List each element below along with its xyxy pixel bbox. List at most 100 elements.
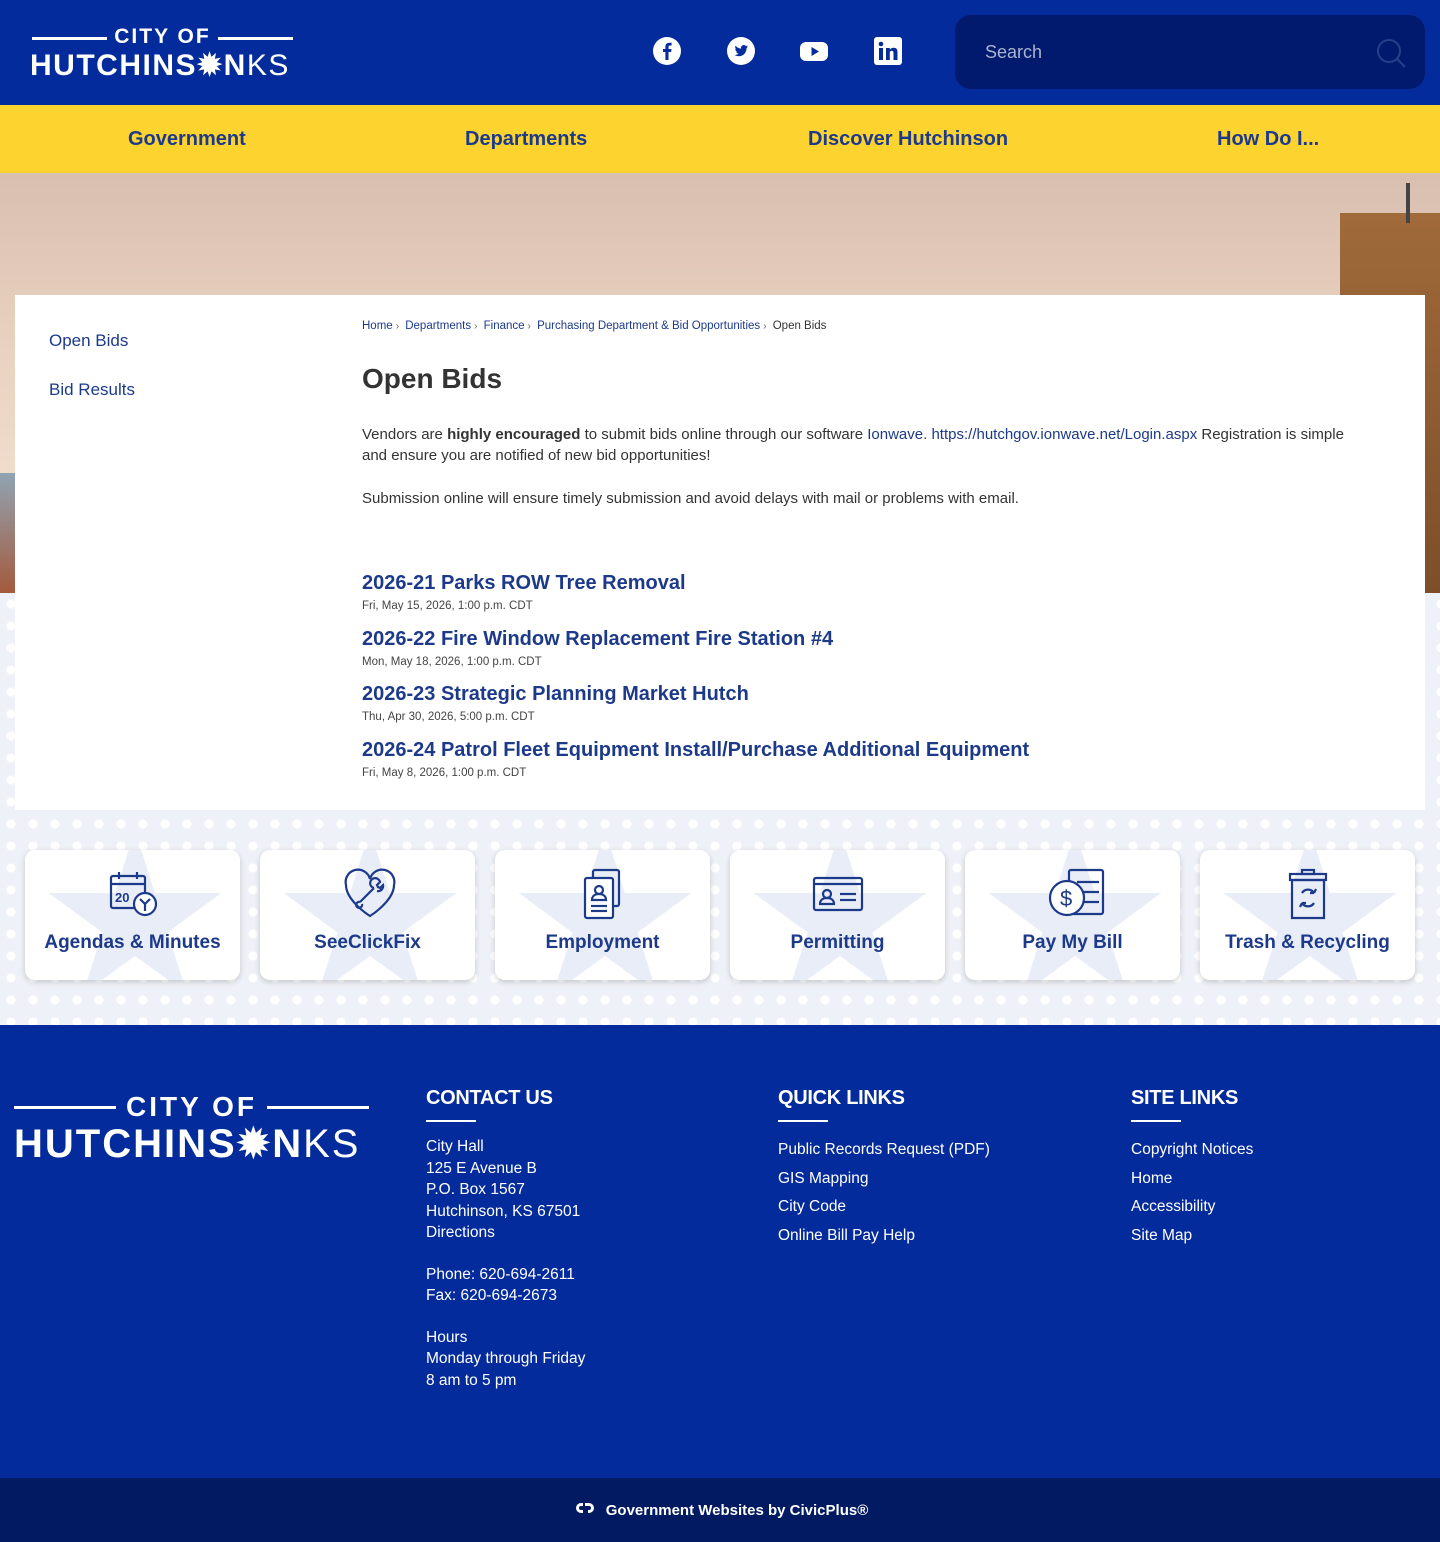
breadcrumb-departments[interactable]: Departments <box>405 320 471 332</box>
address-line: P.O. Box 1567 <box>426 1181 525 1198</box>
quick-links-heading: QUICK LINKS <box>778 1087 905 1109</box>
footer-link-accessibility[interactable]: Accessibility <box>1131 1193 1253 1222</box>
intro-paragraph: Vendors are highly encouraged to submit … <box>362 424 1372 466</box>
footer-link-bill-pay-help[interactable]: Online Bill Pay Help <box>778 1222 990 1251</box>
footer-contact: CONTACT US City Hall 125 E Avenue B P.O.… <box>426 1087 585 1391</box>
hero-cityscape <box>0 473 16 593</box>
breadcrumb-separator: › <box>395 321 400 332</box>
twitter-icon[interactable] <box>726 36 756 66</box>
logo-hutchinson: HUTCHINS✹NKS <box>30 48 290 83</box>
logo-word: HUTCHINS <box>14 1122 237 1166</box>
tile-employment[interactable]: Employment <box>495 850 710 980</box>
logo-ks: KS <box>246 49 290 82</box>
footer-logo[interactable]: CITY OF HUTCHINS✹NKS <box>14 1091 369 1166</box>
breadcrumb-home[interactable]: Home <box>362 320 393 332</box>
hours-days: Monday through Friday <box>426 1350 586 1367</box>
logo-line-right <box>267 1106 369 1109</box>
heading-underline <box>778 1120 828 1122</box>
footer-link-public-records[interactable]: Public Records Request (PDF) <box>778 1136 990 1165</box>
bid-date: Thu, Apr 30, 2026, 5:00 p.m. CDT <box>362 711 535 723</box>
breadcrumb-separator: › <box>527 321 531 332</box>
intro-bold: highly encouraged <box>447 426 581 443</box>
footer-link-home[interactable]: Home <box>1131 1165 1253 1194</box>
main-nav: Government Departments Discover Hutchins… <box>0 105 1440 173</box>
breadcrumb-separator: › <box>763 321 767 332</box>
tile-trash-recycling[interactable]: Trash & Recycling <box>1200 850 1415 980</box>
nav-item-government[interactable]: Government <box>128 105 246 173</box>
breadcrumb-purchasing[interactable]: Purchasing Department & Bid Opportunitie… <box>537 320 760 332</box>
footer-quick-links: QUICK LINKS Public Records Request (PDF)… <box>778 1087 990 1250</box>
calendar-icon: 20 <box>107 868 159 920</box>
recycle-bin-icon <box>1282 868 1334 920</box>
page-title: Open Bids <box>362 363 503 394</box>
tile-label: SeeClickFix <box>314 932 421 953</box>
sidebar-item-bid-results[interactable]: Bid Results <box>49 380 135 400</box>
fax-number: Fax: 620-694-2673 <box>426 1287 557 1304</box>
footer-link-site-map[interactable]: Site Map <box>1131 1222 1253 1251</box>
footer-link-copyright[interactable]: Copyright Notices <box>1131 1136 1253 1165</box>
hero-antenna <box>1406 183 1410 223</box>
bid-link[interactable]: 2026-21 Parks ROW Tree Removal <box>362 572 686 595</box>
bid-date: Fri, May 8, 2026, 1:00 p.m. CDT <box>362 767 527 779</box>
logo-word: HUTCHINS <box>30 49 197 82</box>
logo-star-icon: ✹ <box>236 1122 273 1166</box>
tile-pay-my-bill[interactable]: $ Pay My Bill <box>965 850 1180 980</box>
hours-times: 8 am to 5 pm <box>426 1371 517 1389</box>
bid-link[interactable]: 2026-23 Strategic Planning Market Hutch <box>362 683 749 706</box>
youtube-icon[interactable] <box>799 36 829 66</box>
nav-item-departments[interactable]: Departments <box>465 105 587 173</box>
bid-link[interactable]: 2026-22 Fire Window Replacement Fire Sta… <box>362 628 833 651</box>
site-links-heading: SITE LINKS <box>1131 1087 1239 1109</box>
heart-wrench-icon <box>342 868 395 920</box>
search-input[interactable] <box>985 37 1365 67</box>
contact-heading: CONTACT US <box>426 1087 553 1109</box>
linkedin-icon[interactable] <box>873 36 903 66</box>
bid-date: Fri, May 15, 2026, 1:00 p.m. CDT <box>362 600 533 612</box>
id-card-icon <box>812 868 864 920</box>
address-line: 125 E Avenue B <box>426 1159 537 1177</box>
footer-site-links: SITE LINKS Copyright Notices Home Access… <box>1131 1087 1253 1250</box>
intro-text: to submit bids online through our softwa… <box>580 426 868 443</box>
sidebar-item-open-bids[interactable]: Open Bids <box>49 331 128 351</box>
nav-item-how-do-i[interactable]: How Do I... <box>1217 105 1319 173</box>
tile-label: Trash & Recycling <box>1225 932 1390 953</box>
nav-item-discover[interactable]: Discover Hutchinson <box>808 105 1008 173</box>
directions-link[interactable]: Directions <box>426 1222 585 1244</box>
site-footer: CITY OF HUTCHINS✹NKS CONTACT US City Hal… <box>0 1025 1440 1478</box>
main-content: Open Bids Bid Results Home › Departments ›… <box>15 295 1425 810</box>
city-logo[interactable]: CITY OF HUTCHINS✹NKS <box>30 25 295 83</box>
logo-ks: KS <box>303 1122 361 1166</box>
footer-link-gis-mapping[interactable]: GIS Mapping <box>778 1165 990 1194</box>
tile-agendas-minutes[interactable]: 20 Agendas & Minutes <box>25 850 240 980</box>
breadcrumb-current: Open Bids <box>772 320 827 332</box>
address-line: City Hall <box>426 1138 484 1155</box>
breadcrumb-finance[interactable]: Finance <box>484 320 525 332</box>
breadcrumb-separator: › <box>474 321 478 332</box>
svg-text:$: $ <box>1060 886 1072 911</box>
hours-label: Hours <box>426 1328 468 1346</box>
heading-underline <box>426 1120 476 1122</box>
site-header: CITY OF HUTCHINS✹NKS <box>0 0 1440 105</box>
tile-seeclickfix[interactable]: SeeClickFix <box>260 850 475 980</box>
dollar-bill-icon: $ <box>1047 868 1104 920</box>
civicplus-link[interactable]: Government Websites by CivicPlus® <box>606 1502 869 1519</box>
address-line: Hutchinson, KS 67501 <box>426 1202 581 1220</box>
phone-number: Phone: 620-694-2611 <box>426 1265 575 1283</box>
tile-permitting[interactable]: Permitting <box>730 850 945 980</box>
tile-label: Permitting <box>790 932 885 953</box>
document-person-icon <box>577 868 629 920</box>
footer-link-city-code[interactable]: City Code <box>778 1193 990 1222</box>
tile-label: Pay My Bill <box>1022 932 1123 953</box>
ionwave-link[interactable]: Ionwave <box>867 426 923 443</box>
ionwave-login-link[interactable]: https://hutchgov.ionwave.net/Login.aspx <box>931 426 1197 443</box>
heading-underline <box>1131 1120 1181 1122</box>
submission-note: Submission online will ensure timely sub… <box>362 490 1019 507</box>
bid-link[interactable]: 2026-24 Patrol Fleet Equipment Install/P… <box>362 739 1029 762</box>
logo-hutchinson: HUTCHINS✹NKS <box>14 1121 360 1167</box>
breadcrumb: Home › Departments › Finance › Purchasing D… <box>362 320 826 332</box>
facebook-icon[interactable] <box>652 36 682 66</box>
search-icon[interactable] <box>1375 37 1406 68</box>
logo-line-right <box>218 37 293 40</box>
